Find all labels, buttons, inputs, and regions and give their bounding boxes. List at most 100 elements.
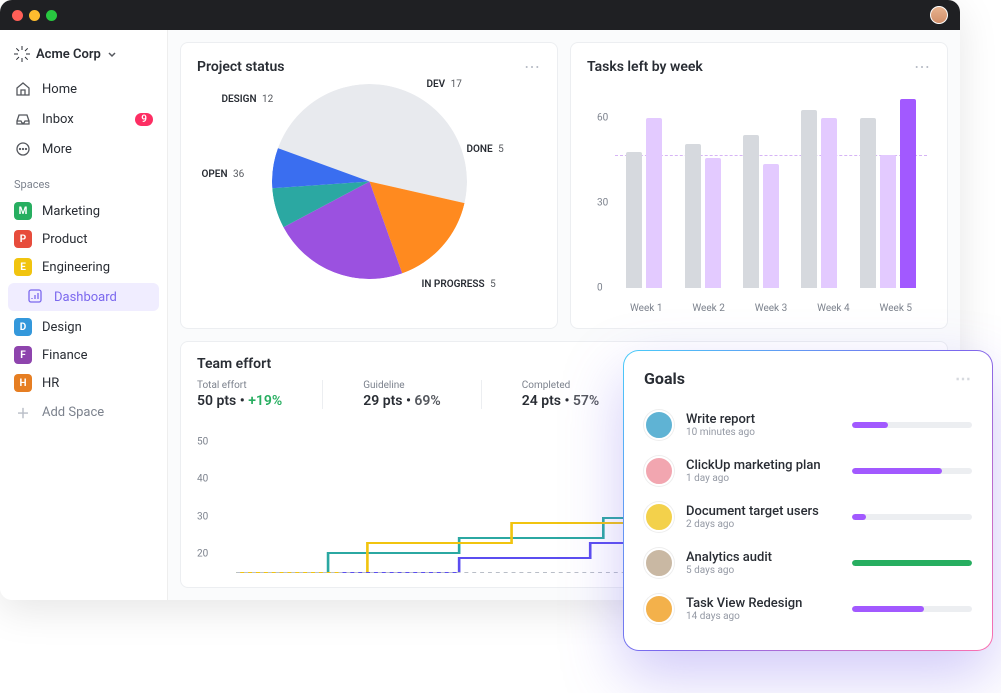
- titlebar: [0, 0, 960, 30]
- bar: [743, 135, 759, 288]
- space-label: Product: [42, 232, 87, 247]
- workspace-name: Acme Corp: [36, 47, 101, 62]
- y-tick: 20: [197, 549, 208, 560]
- inbox-icon: [14, 110, 32, 128]
- x-label: Week 2: [692, 303, 725, 314]
- space-icon: E: [14, 258, 32, 276]
- x-label: Week 4: [817, 303, 850, 314]
- metric-label: Guideline: [363, 380, 441, 391]
- pie-label: DEV 17: [427, 79, 462, 90]
- project-status-card: Project status ⋯ OPEN 36DESIGN 12DEV 17D…: [180, 42, 558, 329]
- space-icon: D: [14, 318, 32, 336]
- goal-name: Analytics audit: [686, 550, 840, 565]
- sidebar: Acme Corp Home Inbox 9 More Spaces M Mark…: [0, 30, 168, 600]
- space-icon: F: [14, 346, 32, 364]
- progress-bar: [852, 468, 972, 474]
- goal-time: 14 days ago: [686, 611, 840, 622]
- progress-bar: [852, 560, 972, 566]
- goal-time: 1 day ago: [686, 473, 840, 484]
- space-item-design[interactable]: D Design: [8, 313, 159, 341]
- space-icon: M: [14, 202, 32, 220]
- nav-more-label: More: [42, 142, 72, 157]
- bar: [801, 110, 817, 288]
- space-item-engineering[interactable]: E Engineering: [8, 253, 159, 281]
- minimize-icon[interactable]: [29, 10, 40, 21]
- y-tick: 30: [597, 198, 608, 209]
- goal-row[interactable]: ClickUp marketing plan1 day ago: [644, 448, 972, 494]
- spaces-section-label: Spaces: [8, 164, 159, 197]
- goal-row[interactable]: Task View Redesign14 days ago: [644, 586, 972, 632]
- progress-bar: [852, 422, 972, 428]
- window-controls[interactable]: [12, 10, 57, 21]
- goal-row[interactable]: Analytics audit5 days ago: [644, 540, 972, 586]
- maximize-icon[interactable]: [46, 10, 57, 21]
- space-label: Engineering: [42, 260, 110, 275]
- card-menu-icon[interactable]: ⋯: [914, 57, 931, 76]
- chevron-down-icon: [107, 49, 117, 59]
- card-menu-icon[interactable]: ⋯: [524, 57, 541, 76]
- goal-name: Task View Redesign: [686, 596, 840, 611]
- close-icon[interactable]: [12, 10, 23, 21]
- progress-bar: [852, 606, 972, 612]
- goal-row[interactable]: Write report10 minutes ago: [644, 402, 972, 448]
- add-space-button[interactable]: ＋ Add Space: [8, 397, 159, 428]
- bar: [685, 144, 701, 288]
- space-item-hr[interactable]: H HR: [8, 369, 159, 397]
- dashboard-link[interactable]: Dashboard: [8, 283, 159, 311]
- pie-label: IN PROGRESS 5: [422, 279, 496, 290]
- bar: [646, 118, 662, 288]
- y-tick: 30: [197, 511, 208, 522]
- goals-card: Goals ⋯ Write report10 minutes ago Click…: [623, 350, 993, 651]
- inbox-badge: 9: [135, 113, 153, 126]
- nav-inbox[interactable]: Inbox 9: [8, 104, 159, 134]
- workspace-switcher[interactable]: Acme Corp: [8, 40, 159, 74]
- metric-label: Completed: [522, 380, 600, 391]
- metric: Guideline 29 pts • 69%: [363, 380, 482, 409]
- goal-name: ClickUp marketing plan: [686, 458, 840, 473]
- avatar: [644, 410, 674, 440]
- metric-label: Total effort: [197, 380, 282, 391]
- bar: [821, 118, 837, 288]
- goal-time: 10 minutes ago: [686, 427, 840, 438]
- metric: Completed 24 pts • 57%: [522, 380, 640, 409]
- space-label: Marketing: [42, 204, 100, 219]
- nav-more[interactable]: More: [8, 134, 159, 164]
- more-icon: [14, 140, 32, 158]
- space-label: Finance: [42, 348, 87, 363]
- user-avatar[interactable]: [930, 6, 948, 24]
- project-status-title: Project status: [197, 59, 284, 75]
- space-label: Design: [42, 320, 82, 335]
- space-icon: P: [14, 230, 32, 248]
- y-tick: 60: [597, 113, 608, 124]
- home-icon: [14, 80, 32, 98]
- x-label: Week 3: [755, 303, 788, 314]
- x-label: Week 5: [880, 303, 913, 314]
- metric: Total effort50 pts • +19%: [197, 380, 323, 409]
- metric-value: 29 pts • 69%: [363, 393, 441, 409]
- space-item-product[interactable]: P Product: [8, 225, 159, 253]
- space-label: HR: [42, 376, 59, 391]
- pie-chart: OPEN 36DESIGN 12DEV 17DONE 5IN PROGRESS …: [272, 84, 467, 279]
- space-item-finance[interactable]: F Finance: [8, 341, 159, 369]
- bar: [900, 99, 916, 289]
- goal-time: 2 days ago: [686, 519, 840, 530]
- nav-home[interactable]: Home: [8, 74, 159, 104]
- metric-value: 24 pts • 57%: [522, 393, 600, 409]
- goal-name: Document target users: [686, 504, 840, 519]
- y-tick: 50: [197, 436, 208, 447]
- add-space-label: Add Space: [42, 405, 104, 420]
- bar-chart: 0 30 60 Week 1 Week 2 Week 3 Week 4 Week 5: [587, 84, 931, 314]
- avatar: [644, 548, 674, 578]
- space-icon: H: [14, 374, 32, 392]
- avatar: [644, 502, 674, 532]
- card-menu-icon[interactable]: ⋯: [955, 369, 972, 388]
- y-tick: 0: [597, 283, 603, 294]
- goal-row[interactable]: Document target users2 days ago: [644, 494, 972, 540]
- team-effort-title: Team effort: [197, 356, 271, 372]
- x-label: Week 1: [630, 303, 663, 314]
- space-item-marketing[interactable]: M Marketing: [8, 197, 159, 225]
- workspace-logo-icon: [14, 46, 30, 62]
- bar: [705, 158, 721, 288]
- goal-name: Write report: [686, 412, 840, 427]
- dashboard-icon: [28, 289, 44, 305]
